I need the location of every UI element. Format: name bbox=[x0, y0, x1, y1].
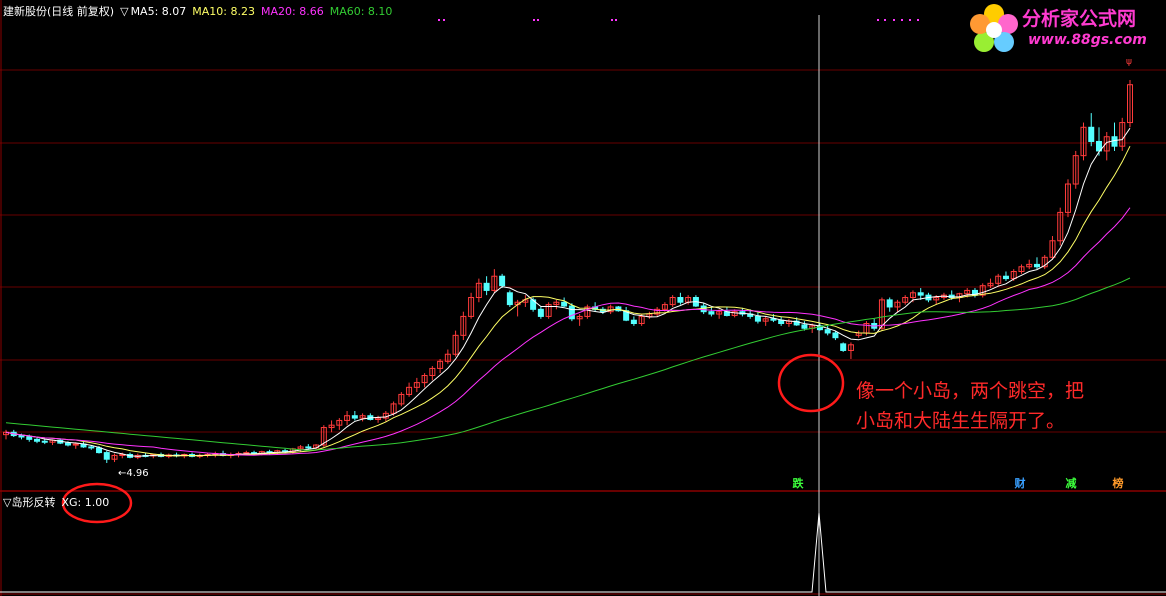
candle-body bbox=[506, 292, 513, 306]
top-dot bbox=[443, 19, 445, 21]
marker-list[interactable]: 榜 bbox=[1110, 477, 1126, 491]
candle-body bbox=[65, 442, 72, 446]
candle-body bbox=[103, 452, 110, 460]
annotation-line-2: 小岛和大陆生生隔开了。 bbox=[856, 410, 1066, 432]
logo-url: www.88gs.com bbox=[1028, 32, 1147, 48]
top-dot bbox=[893, 19, 895, 21]
candle-body bbox=[26, 436, 33, 440]
candle-body bbox=[41, 440, 48, 443]
candle-body bbox=[886, 299, 893, 308]
candle-body bbox=[832, 332, 839, 339]
top-dot bbox=[533, 19, 535, 21]
candle-body bbox=[88, 446, 95, 449]
candle-body bbox=[1088, 126, 1095, 142]
candle-body bbox=[18, 435, 25, 438]
stock-chart-window: ←4.96 ψ 建新股份(日线 前复权) ▽ MA5: 8.07 MA10: 8.23 M… bbox=[0, 0, 1166, 596]
top-dot bbox=[884, 19, 886, 21]
indicator-name: 岛形反转 bbox=[11, 496, 56, 509]
candle-body bbox=[677, 297, 684, 303]
candle-body bbox=[568, 305, 575, 320]
stock-title: 建新股份(日线 前复权) bbox=[3, 5, 115, 18]
annotation-text: 像一个小岛，两个跳空，把 小岛和大陆生生隔开了。 bbox=[856, 376, 1156, 436]
annotation-line-1: 像一个小岛，两个跳空，把 bbox=[856, 380, 1085, 402]
island-circle bbox=[777, 353, 845, 413]
low-price-label: ←4.96 bbox=[118, 468, 149, 479]
candle-body bbox=[483, 282, 490, 291]
candle-body bbox=[305, 446, 312, 449]
chart-header: 建新股份(日线 前复权) ▽ MA5: 8.07 MA10: 8.23 MA20: 8.… bbox=[3, 3, 398, 19]
logo: 分析家公式网 www.88gs.com bbox=[964, 2, 1164, 56]
candle-body bbox=[1033, 263, 1040, 268]
candle-body bbox=[630, 319, 637, 325]
indicator-value: XG: 1.00 bbox=[61, 496, 110, 509]
triangle-down-icon[interactable]: ▽ bbox=[120, 5, 128, 18]
ma60-label: MA60: 8.10 bbox=[329, 5, 393, 18]
candle-body bbox=[72, 443, 79, 446]
marker-finance[interactable]: 财 bbox=[1012, 477, 1028, 491]
candle-body bbox=[840, 343, 847, 351]
top-dot bbox=[901, 19, 903, 21]
top-dot bbox=[611, 19, 613, 21]
candle-body bbox=[1111, 136, 1118, 147]
marker-fall[interactable]: 跌 bbox=[790, 477, 806, 491]
ma20-label: MA20: 8.66 bbox=[261, 5, 324, 18]
candle-body bbox=[824, 329, 831, 334]
candle-body bbox=[801, 324, 808, 329]
top-dot bbox=[438, 19, 440, 21]
candle-body bbox=[537, 308, 544, 317]
marker-reduce[interactable]: 减 bbox=[1063, 477, 1079, 491]
candle-body bbox=[34, 438, 41, 442]
top-dot bbox=[909, 19, 911, 21]
ma5-label: MA5: 8.07 bbox=[130, 5, 187, 18]
top-dot bbox=[877, 19, 879, 21]
top-dot bbox=[615, 19, 617, 21]
logo-title: 分析家公式网 bbox=[1022, 8, 1137, 30]
top-dot bbox=[917, 19, 919, 21]
ma10-label: MA10: 8.23 bbox=[192, 5, 255, 18]
candlestick-chart[interactable]: ←4.96 ψ bbox=[0, 0, 1166, 596]
candle-body bbox=[708, 311, 715, 315]
flower-logo-icon bbox=[970, 4, 1018, 52]
top-dot bbox=[537, 19, 539, 21]
candle-body bbox=[96, 447, 103, 454]
candle-body bbox=[917, 292, 924, 296]
indicator-header: ▽岛形反转 XG: 1.00 bbox=[3, 494, 109, 510]
candle-body bbox=[351, 415, 358, 419]
peak-marker: ψ bbox=[1126, 57, 1132, 67]
xg-signal-line bbox=[0, 512, 1166, 593]
candle-body bbox=[561, 301, 568, 307]
candle-body bbox=[499, 275, 506, 287]
candle-body bbox=[1002, 275, 1009, 280]
candle-body bbox=[754, 315, 761, 322]
